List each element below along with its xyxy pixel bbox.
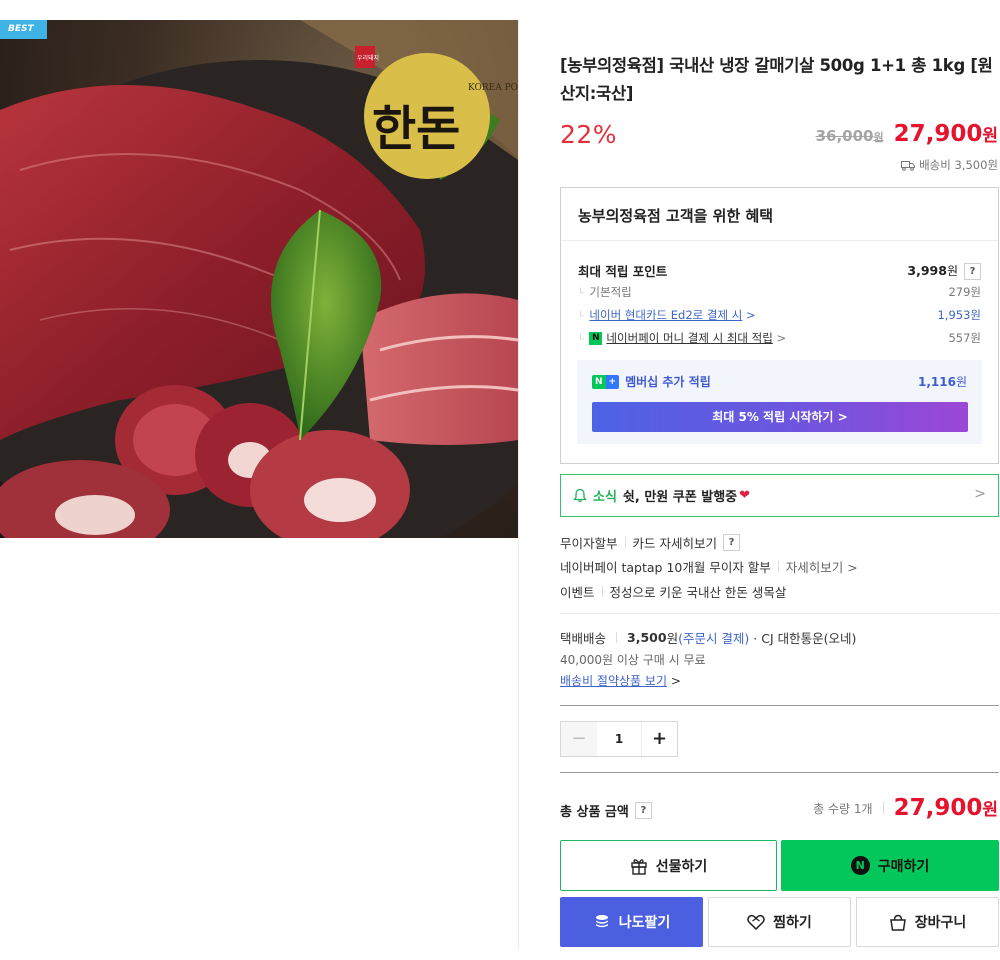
shipping-fee-summary: 배송비 3,500원	[901, 157, 998, 173]
free-shipping-note: 40,000원 이상 구매 시 무료	[560, 653, 706, 667]
event-row: 이벤트 정성으로 키운 국내산 한돈 생목살	[560, 585, 787, 600]
quantity-plus-button[interactable]: +	[641, 722, 677, 756]
chevron-right-icon: >	[847, 560, 858, 575]
quantity-minus-button[interactable]: −	[561, 722, 597, 756]
cart-button[interactable]: 장바구니	[856, 897, 999, 947]
sale-price: 27,900원	[893, 121, 998, 147]
chevron-right-icon: >	[974, 486, 986, 502]
product-title: [농부의정육점] 국내산 냉장 갈매기살 500g 1+1 총 1kg [원산지…	[560, 56, 993, 103]
chevron-right-icon: >	[776, 331, 787, 345]
max-point-label: 최대 적립 포인트	[578, 264, 668, 279]
naver-plus-icon: N +	[592, 374, 620, 389]
membership-start-button[interactable]: 최대 5% 적립 시작하기 >	[592, 402, 968, 432]
installment-detail-link[interactable]: 자세히보기 >	[786, 557, 858, 576]
shipping-saving-link[interactable]: 배송비 절약상품 보기 >	[560, 672, 681, 689]
meat-illustration: KOREA PORK 한돈 우리돼지	[0, 20, 518, 538]
npay-installment-row: 네이버페이 taptap 10개월 무이자 할부 자세히보기 >	[560, 557, 858, 576]
heart-outline-icon	[747, 914, 765, 930]
coins-icon	[595, 915, 608, 928]
point-row-card[interactable]: 네이버 현대카드 Ed2로 결제 시 > 1,953원	[578, 307, 981, 323]
buy-button[interactable]: N 구매하기	[781, 840, 999, 891]
logo-hanton-text: 한돈	[372, 101, 460, 157]
product-detail-page: KOREA PORK 한돈 우리돼지 BEST [농부의정육점] 국내산 냉장 …	[0, 0, 1000, 960]
card-detail-link[interactable]: 카드 자세히보기	[633, 533, 717, 552]
column-divider	[518, 20, 519, 950]
max-point-row: 최대 적립 포인트 3,998원?	[578, 261, 981, 280]
price-line: 36,000원 27,900원	[816, 121, 998, 147]
delivery-info-row: 택배배송 3,500 원 (주문시 결제) · CJ 대한통운(오네)	[560, 630, 857, 646]
bell-icon	[573, 488, 587, 503]
shopping-bag-icon	[889, 914, 906, 931]
help-icon[interactable]: ?	[634, 802, 652, 819]
divider	[560, 772, 999, 773]
total-amount: 27,900원	[893, 795, 998, 821]
quantity-stepper: − 1 +	[560, 721, 678, 757]
gift-button[interactable]: 선물하기	[560, 840, 777, 891]
installment-row: 무이자할부 카드 자세히보기 ?	[560, 533, 740, 552]
benefit-title: 농부의정육점 고객을 위한 혜택	[578, 207, 774, 225]
card-benefit-link[interactable]: 네이버 현대카드 Ed2로 결제 시	[589, 308, 742, 322]
npay-icon: N	[589, 332, 603, 345]
discount-rate: 22%	[560, 120, 618, 149]
divider	[560, 613, 999, 614]
logo-sub-text: KOREA PORK	[468, 83, 518, 93]
news-text: 쉿, 만원 쿠폰 발행중	[622, 490, 738, 505]
membership-row: N + 멤버십 추가 적립 1,116원	[592, 373, 967, 390]
wishlist-button[interactable]: 찜하기	[708, 897, 851, 947]
chevron-right-icon: >	[745, 308, 756, 322]
news-head: 소식	[593, 490, 617, 505]
benefit-box: 농부의정육점 고객을 위한 혜택 최대 적립 포인트 3,998원? 기본적립 …	[560, 187, 999, 464]
chevron-right-icon: >	[837, 410, 848, 424]
product-main-image[interactable]: KOREA PORK 한돈 우리돼지	[0, 20, 518, 538]
chevron-right-icon: >	[670, 674, 681, 688]
help-icon[interactable]: ?	[964, 262, 981, 280]
total-label: 총 상품 금액?	[560, 801, 652, 820]
point-row-npay[interactable]: N네이버페이 머니 결제 시 최대 적립 > 557원	[578, 330, 981, 346]
original-price: 36,000원	[815, 127, 884, 145]
best-badge: BEST	[0, 20, 47, 39]
naver-n-icon: N	[850, 856, 870, 875]
logo-stamp-text: 우리돼지	[357, 54, 379, 62]
help-icon[interactable]: ?	[723, 534, 740, 551]
max-point-value: 3,998	[907, 262, 947, 278]
membership-box: N + 멤버십 추가 적립 1,116원 최대 5% 적립 시작하기 >	[577, 360, 982, 444]
divider	[560, 705, 999, 706]
gift-icon	[631, 858, 647, 875]
total-count: 총 수량 1개	[813, 801, 873, 816]
news-coupon-bar[interactable]: 소식 쉿, 만원 쿠폰 발행중 ❤ >	[560, 474, 999, 517]
heart-icon: ❤	[739, 488, 751, 503]
total-summary: 총 수량 1개 27,900원	[813, 795, 998, 821]
nado-sell-button[interactable]: 나도팔기	[560, 897, 703, 947]
npay-benefit-link[interactable]: 네이버페이 머니 결제 시 최대 적립	[606, 331, 772, 345]
truck-icon	[901, 160, 916, 171]
point-row-basic: 기본적립 279원	[578, 284, 981, 300]
divider	[561, 240, 998, 241]
quantity-input[interactable]: 1	[597, 722, 641, 756]
